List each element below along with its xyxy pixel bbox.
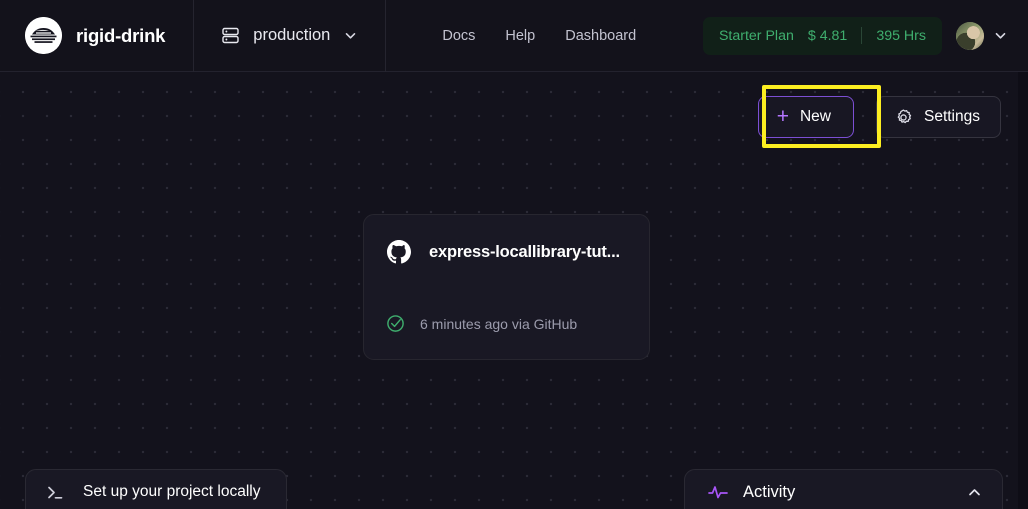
header-right: Starter Plan $ 4.81 395 Hrs bbox=[702, 16, 1028, 55]
gear-icon bbox=[894, 108, 913, 127]
plan-badge[interactable]: Starter Plan $ 4.81 395 Hrs bbox=[702, 16, 942, 55]
plan-divider bbox=[861, 27, 863, 44]
plan-hours: 395 Hrs bbox=[876, 27, 926, 44]
settings-button[interactable]: Settings bbox=[875, 96, 1001, 138]
plan-cost: $ 4.81 bbox=[807, 27, 848, 44]
check-circle-icon bbox=[386, 314, 405, 333]
project-card-footer: 6 minutes ago via GitHub bbox=[386, 314, 627, 333]
circular-logo-icon bbox=[25, 17, 62, 54]
project-card-header: express-locallibrary-tut... bbox=[386, 239, 627, 265]
header-nav: Docs Help Dashboard bbox=[442, 28, 636, 44]
activity-panel[interactable]: Activity bbox=[684, 469, 1003, 509]
local-setup-panel[interactable]: Set up your project locally bbox=[25, 469, 287, 509]
project-card[interactable]: express-locallibrary-tut... 6 minutes ag… bbox=[363, 214, 650, 360]
project-meta: 6 minutes ago via GitHub bbox=[420, 315, 578, 332]
environment-label: production bbox=[253, 26, 331, 44]
settings-button-label: Settings bbox=[923, 108, 980, 125]
github-icon bbox=[386, 239, 412, 265]
chevron-down-icon bbox=[343, 28, 358, 43]
avatar bbox=[956, 21, 984, 50]
chevron-down-icon bbox=[993, 28, 1008, 43]
project-name: express-locallibrary-tut... bbox=[429, 242, 620, 261]
new-button-label: New bbox=[799, 108, 831, 125]
nav-link-dashboard[interactable]: Dashboard bbox=[565, 28, 636, 44]
top-header: rigid-drink production Docs Help Dashboa… bbox=[0, 0, 1028, 72]
activity-pulse-icon bbox=[707, 482, 729, 502]
new-button[interactable]: + New bbox=[757, 96, 854, 138]
environment-switcher[interactable]: production bbox=[193, 0, 387, 72]
nav-link-docs[interactable]: Docs bbox=[442, 28, 475, 44]
terminal-icon bbox=[46, 483, 67, 502]
canvas-actions: + New Settings bbox=[757, 96, 1001, 138]
local-setup-label: Set up your project locally bbox=[83, 483, 261, 500]
scrollbar-gutter[interactable] bbox=[1018, 72, 1028, 509]
activity-label: Activity bbox=[743, 482, 796, 501]
account-menu[interactable] bbox=[956, 21, 1008, 50]
server-stack-icon bbox=[221, 26, 240, 45]
app-root: rigid-drink production Docs Help Dashboa… bbox=[0, 0, 1028, 509]
brand[interactable]: rigid-drink bbox=[0, 0, 193, 72]
brand-name: rigid-drink bbox=[76, 24, 166, 46]
nav-link-help[interactable]: Help bbox=[505, 28, 535, 44]
plan-name: Starter Plan bbox=[718, 27, 794, 44]
plus-icon: + bbox=[776, 104, 789, 128]
chevron-up-icon[interactable] bbox=[966, 484, 983, 501]
